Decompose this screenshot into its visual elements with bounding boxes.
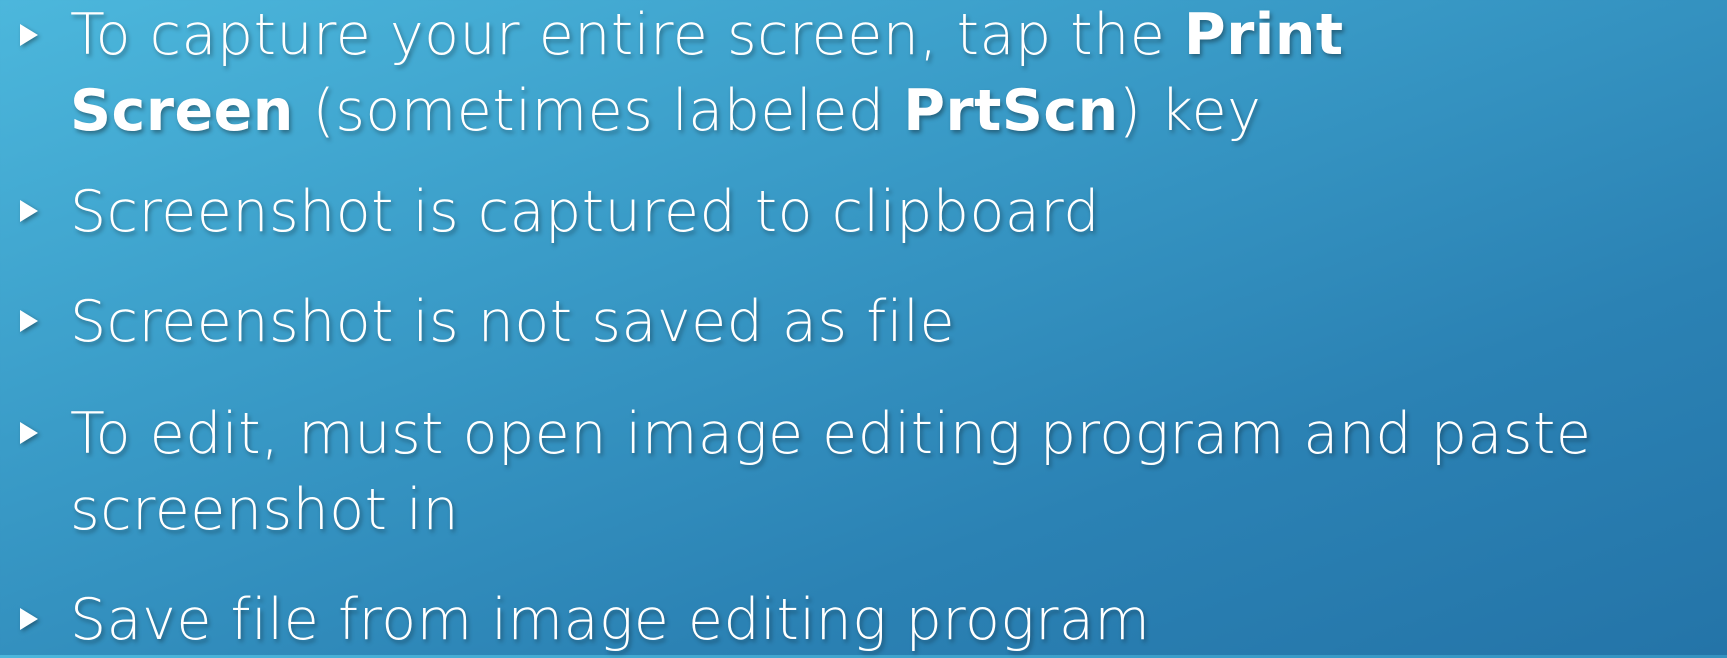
triangle-right-icon bbox=[20, 608, 38, 630]
triangle-right-icon bbox=[20, 310, 38, 332]
bullet-text: Screenshot is captured to clipboard bbox=[70, 179, 1100, 245]
triangle-right-icon bbox=[20, 200, 38, 222]
bullet-text: Save file from image editing program bbox=[70, 587, 1151, 653]
bold-key-name: PrtScn bbox=[903, 78, 1119, 144]
bold-key-name: Screen bbox=[70, 78, 294, 144]
bullet-text-segment: To capture your entire screen, tap the bbox=[70, 2, 1184, 68]
bullet-text-segment: ) key bbox=[1118, 78, 1262, 144]
bullet-text-segment: (sometimes labeled bbox=[293, 78, 904, 144]
bold-key-name: Print bbox=[1183, 2, 1344, 68]
bullet-line: screenshot in bbox=[70, 477, 460, 543]
triangle-right-icon bbox=[20, 24, 38, 46]
bullet-line: To capture your entire screen, tap the P… bbox=[70, 0, 1344, 73]
bullet-line: Screen (sometimes labeled PrtScn) key bbox=[70, 73, 1344, 149]
bullet-text: To capture your entire screen, tap the P… bbox=[70, 0, 1344, 149]
slide-body: To capture your entire screen, tap the P… bbox=[0, 0, 1727, 655]
bullet-text: To edit, must open image editing program… bbox=[70, 396, 1591, 548]
triangle-right-icon bbox=[20, 422, 38, 444]
bullet-text: Screenshot is not saved as file bbox=[70, 289, 956, 355]
bullet-line: To edit, must open image editing program… bbox=[70, 401, 1592, 467]
